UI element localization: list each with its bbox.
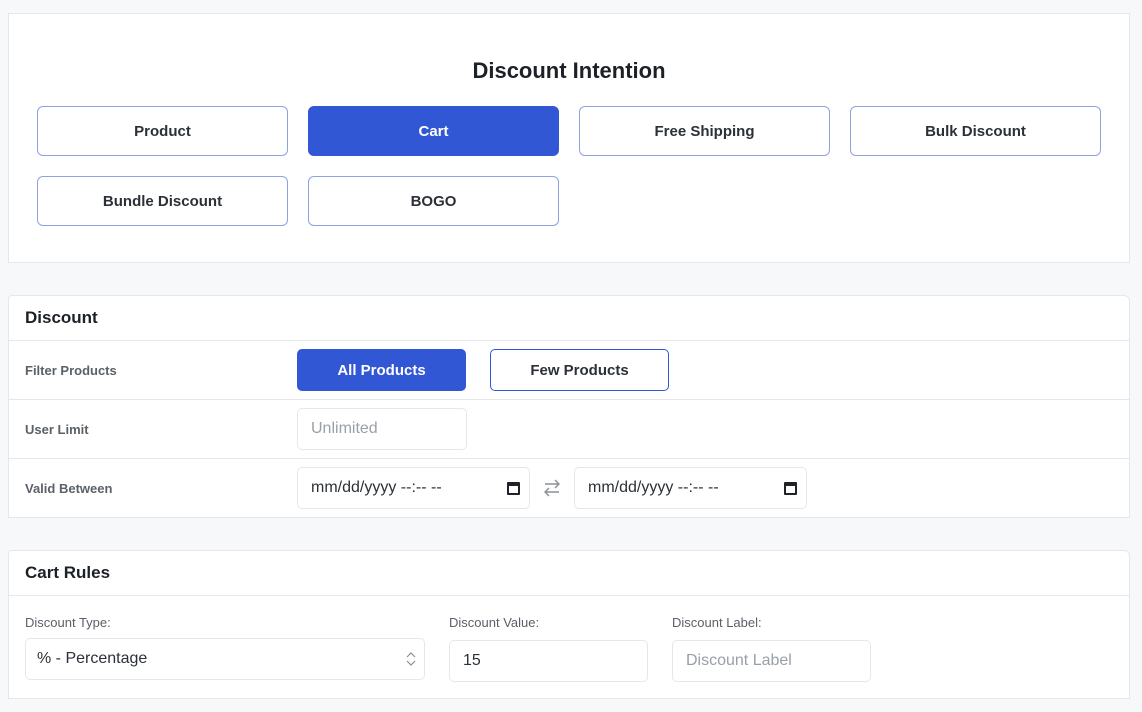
end-datetime-value: mm/dd/yyyy --:-- -- <box>588 479 719 496</box>
user-limit-label: User Limit <box>25 421 89 437</box>
discount-intention-title: Discount Intention <box>472 58 666 83</box>
calendar-icon[interactable] <box>507 482 520 495</box>
intention-bogo-button[interactable]: BOGO <box>308 176 559 226</box>
discount-value-label: Discount Value: <box>449 615 540 630</box>
swap-arrows-icon <box>544 479 560 497</box>
intention-bundle-discount-button[interactable]: Bundle Discount <box>37 176 288 226</box>
discount-type-select[interactable]: % - Percentage <box>25 638 425 680</box>
discount-label-placeholder: Discount Label <box>686 652 792 669</box>
user-limit-input[interactable]: Unlimited <box>297 408 467 450</box>
intention-cart-button[interactable]: Cart <box>308 106 559 156</box>
all-products-button[interactable]: All Products <box>297 349 466 391</box>
discount-panel-title: Discount <box>9 296 1129 341</box>
user-limit-row: User Limit Unlimited <box>9 400 1129 459</box>
end-datetime-input[interactable]: mm/dd/yyyy --:-- -- <box>574 467 807 509</box>
discount-label-label: Discount Label: <box>672 615 762 630</box>
discount-value-input[interactable]: 15 <box>449 640 648 682</box>
select-chevrons-icon <box>406 652 416 666</box>
intention-product-button[interactable]: Product <box>37 106 288 156</box>
cart-rules-panel: Cart Rules Discount Type: % - Percentage… <box>8 550 1130 699</box>
discount-label-input[interactable]: Discount Label <box>672 640 871 682</box>
calendar-icon[interactable] <box>784 482 797 495</box>
intention-free-shipping-button[interactable]: Free Shipping <box>579 106 830 156</box>
start-datetime-input[interactable]: mm/dd/yyyy --:-- -- <box>297 467 530 509</box>
discount-type-selected: % - Percentage <box>37 650 148 667</box>
discount-panel: Discount Filter Products All Products Fe… <box>8 295 1130 518</box>
discount-intention-card: Discount Intention Product Cart Free Shi… <box>8 13 1130 263</box>
cart-rules-title: Cart Rules <box>9 551 1129 596</box>
intention-bulk-discount-button[interactable]: Bulk Discount <box>850 106 1101 156</box>
valid-between-label: Valid Between <box>25 481 113 496</box>
discount-type-label: Discount Type: <box>25 615 111 630</box>
filter-products-label: Filter Products <box>25 362 117 378</box>
few-products-button[interactable]: Few Products <box>490 349 669 391</box>
discount-value-text: 15 <box>463 652 481 669</box>
start-datetime-value: mm/dd/yyyy --:-- -- <box>311 479 442 496</box>
user-limit-placeholder: Unlimited <box>311 420 378 437</box>
filter-products-row: Filter Products All Products Few Product… <box>9 341 1129 400</box>
valid-between-row: Valid Between mm/dd/yyyy --:-- -- mm/dd/… <box>9 459 1129 518</box>
cart-rules-body: Discount Type: % - Percentage Discount V… <box>9 596 1129 699</box>
